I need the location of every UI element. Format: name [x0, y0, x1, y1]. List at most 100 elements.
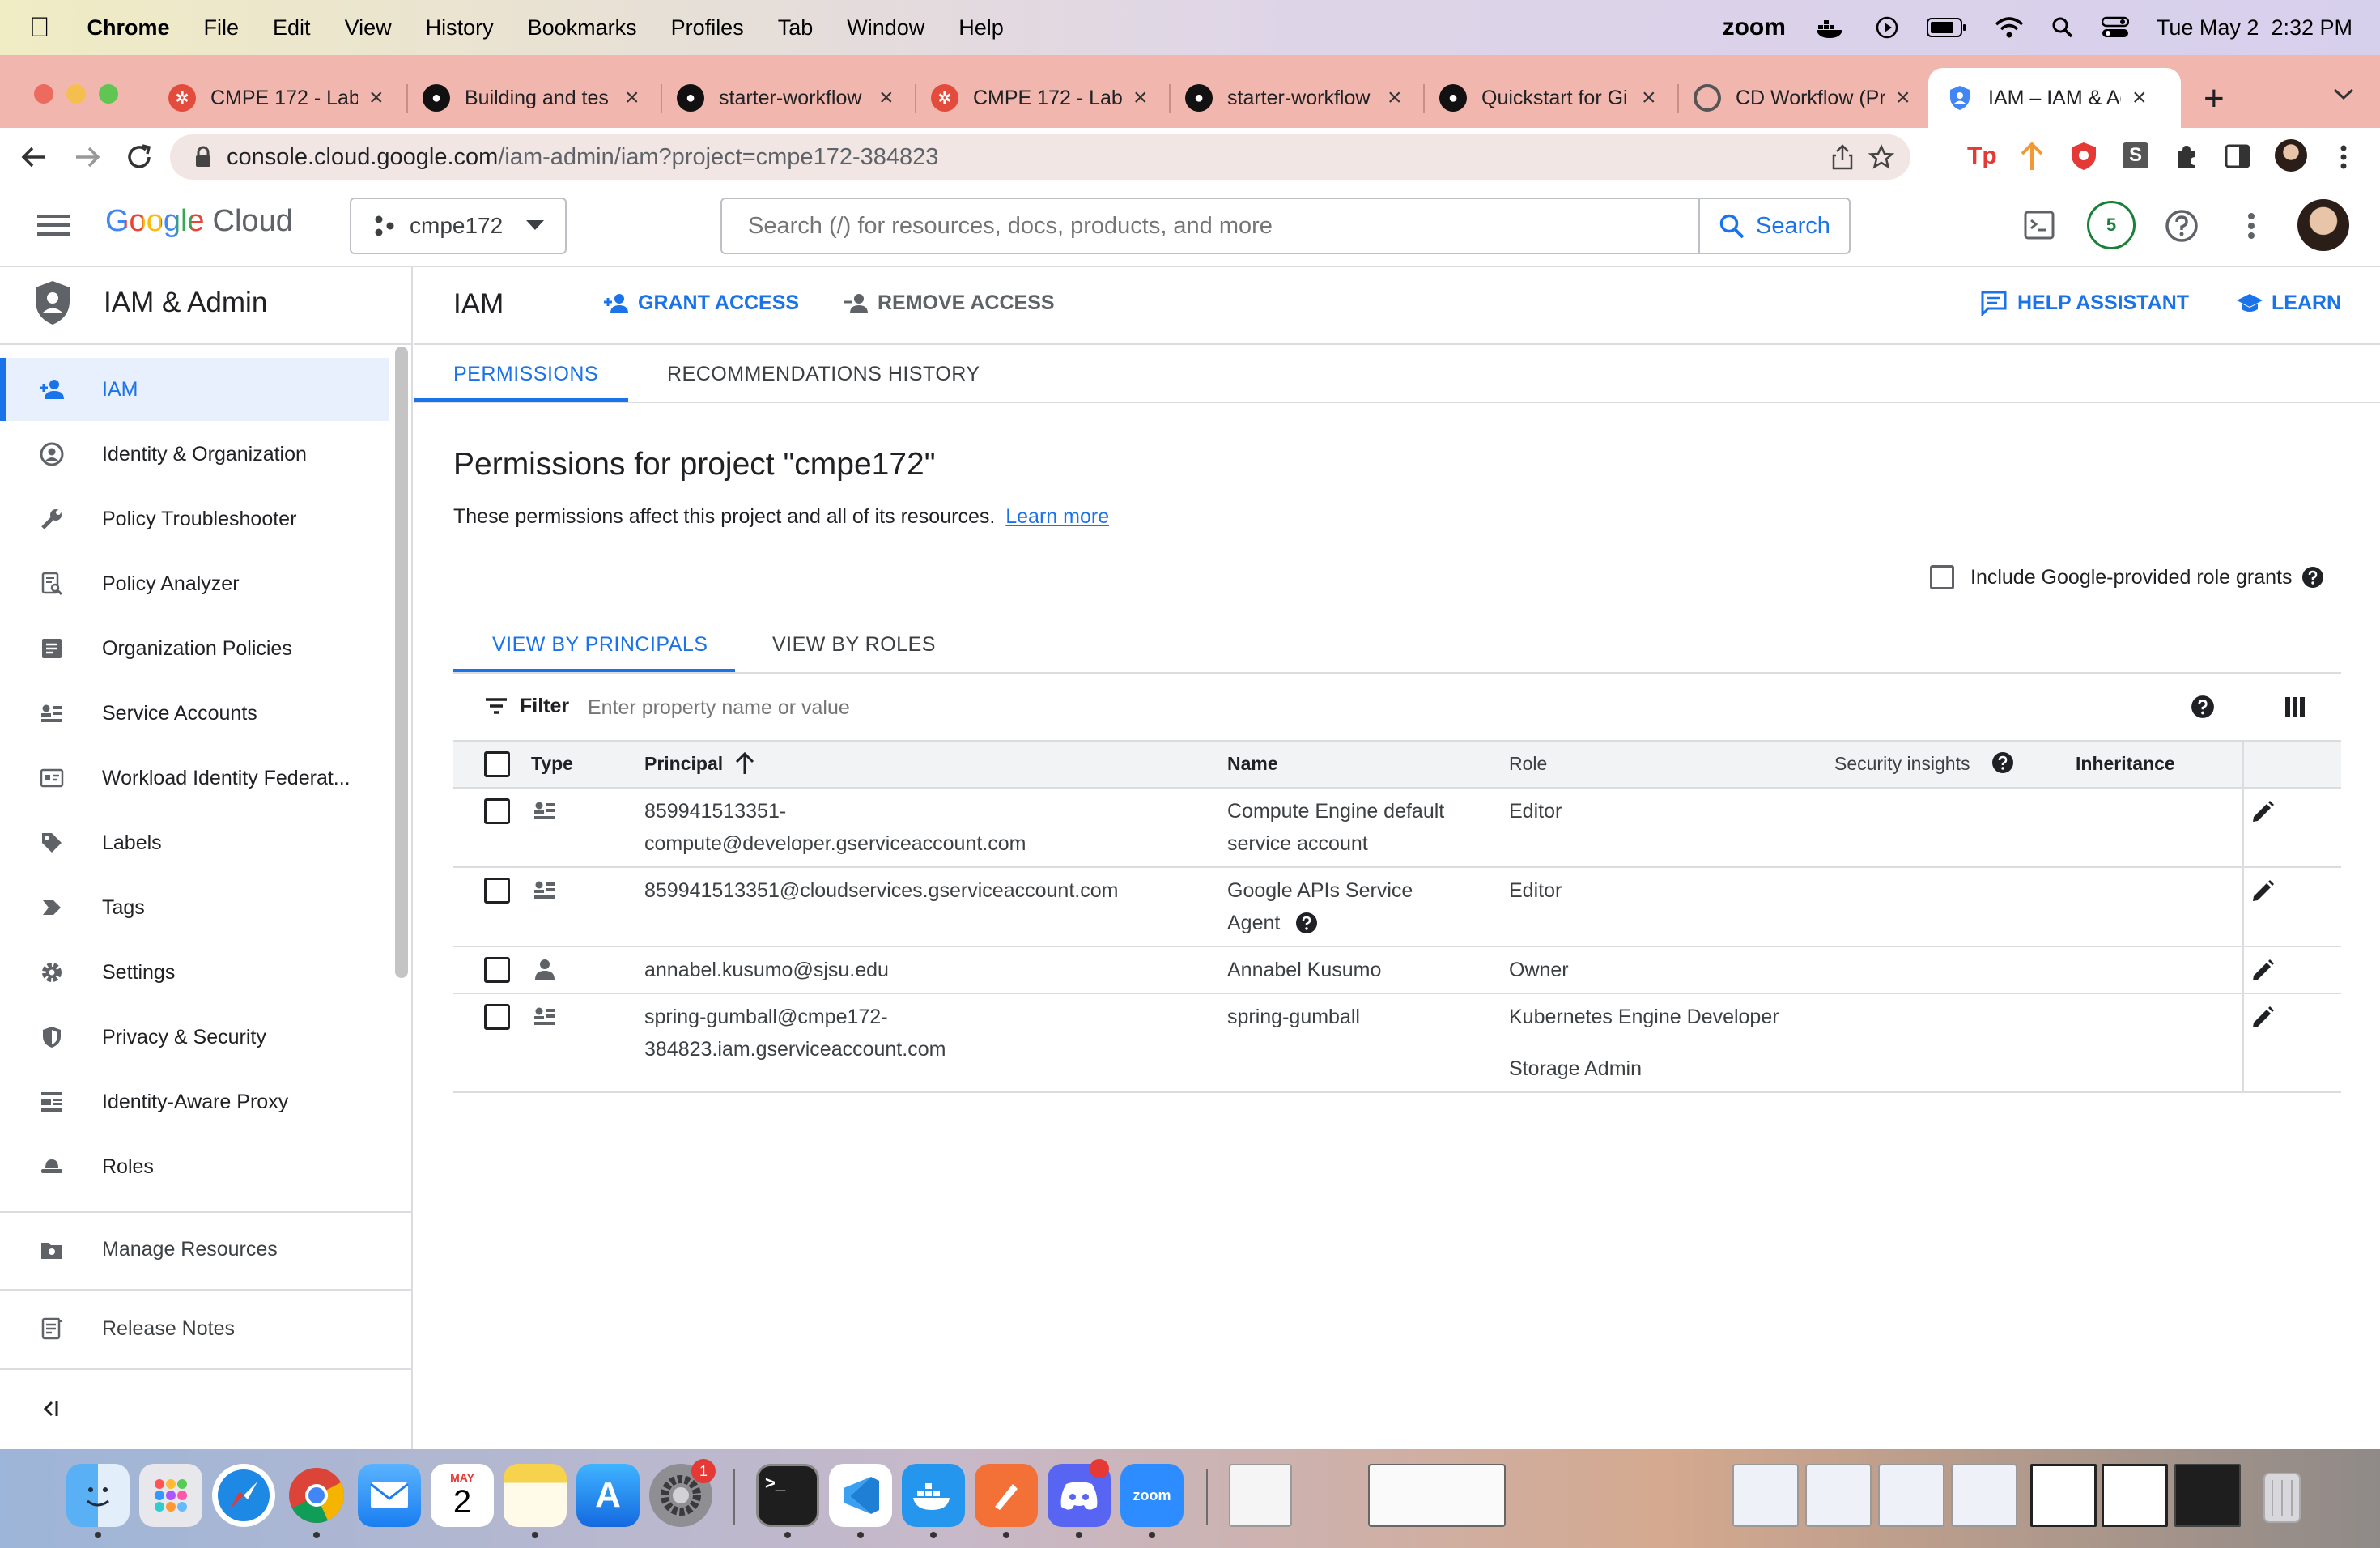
menu-clock[interactable]: Tue May 2 2:32 PM [2157, 15, 2352, 40]
sidebar-scrollbar[interactable] [395, 347, 408, 978]
edit-pencil-icon[interactable] [2250, 800, 2275, 824]
control-center-icon[interactable] [2101, 16, 2129, 39]
dock-window-thumbnail[interactable] [2030, 1464, 2097, 1527]
new-tab-icon[interactable]: + [2204, 78, 2225, 120]
col-header-inheritance[interactable]: Inheritance [2076, 753, 2175, 775]
row-checkbox[interactable] [484, 798, 510, 824]
tab-search-chevron-icon[interactable] [2331, 86, 2356, 102]
close-icon[interactable]: × [369, 84, 384, 112]
help-circle-icon[interactable] [2165, 209, 2199, 243]
table-help-icon[interactable] [2191, 695, 2215, 719]
back-arrow-icon[interactable] [19, 144, 49, 170]
sidebar-item-privacy-security[interactable]: Privacy & Security [0, 1006, 389, 1069]
edit-pencil-icon[interactable] [2250, 879, 2275, 904]
sidebar-release-notes[interactable]: Release Notes [0, 1297, 389, 1360]
agent-help-icon[interactable] [1295, 912, 1318, 934]
menu-window[interactable]: Window [847, 15, 924, 40]
dock-trash-icon[interactable] [2250, 1464, 2314, 1527]
help-filled-icon[interactable] [2301, 566, 2324, 589]
menu-view[interactable]: View [345, 15, 392, 40]
apple-icon[interactable]:  [29, 12, 50, 44]
close-icon[interactable]: × [1388, 84, 1402, 112]
learn-button[interactable]: LEARN [2236, 291, 2341, 315]
extension-tp-icon[interactable]: Tp [1967, 142, 1997, 170]
wifi-icon[interactable] [1995, 16, 2024, 39]
col-header-principal[interactable]: Principal [644, 753, 723, 775]
project-picker[interactable]: cmpe172 [350, 198, 567, 254]
dock-notes-icon[interactable] [504, 1464, 567, 1527]
dock-document-thumbnail[interactable] [1229, 1464, 1292, 1527]
dock-safari-icon[interactable] [212, 1464, 275, 1527]
close-icon[interactable]: × [879, 84, 894, 112]
close-icon[interactable]: × [2132, 84, 2147, 112]
sidebar-item-labels[interactable]: Labels [0, 811, 389, 874]
sidebar-item-service-accounts[interactable]: Service Accounts [0, 682, 389, 745]
account-avatar[interactable] [2297, 199, 2349, 251]
grant-access-button[interactable]: GRANT ACCESS [602, 291, 799, 315]
select-all-checkbox[interactable] [484, 751, 510, 777]
dock-finder-icon[interactable] [66, 1464, 130, 1527]
row-checkbox[interactable] [484, 957, 510, 983]
extension-ublock-icon[interactable] [2069, 141, 2098, 172]
sidebar-item-workload-identity[interactable]: Workload Identity Federat... [0, 746, 389, 810]
dock-chrome-icon[interactable] [285, 1464, 348, 1527]
menu-help[interactable]: Help [958, 15, 1004, 40]
extension-arrow-icon[interactable] [2017, 141, 2046, 172]
col-header-security-insights[interactable]: Security insights [1834, 753, 1970, 775]
profile-avatar[interactable] [2275, 139, 2307, 172]
close-icon[interactable]: × [625, 84, 640, 112]
dock-window-thumbnail[interactable] [1368, 1464, 1506, 1527]
dock-app-store-icon[interactable]: A [576, 1464, 640, 1527]
row-checkbox[interactable] [484, 1004, 510, 1030]
menu-history[interactable]: History [426, 15, 494, 40]
row-checkbox[interactable] [484, 878, 510, 904]
filter-input[interactable] [588, 691, 1559, 724]
collapse-sidebar-icon[interactable] [40, 1397, 60, 1420]
browser-tab-5[interactable]: ● starter-workflow × [1185, 68, 1402, 128]
dock-mail-icon[interactable] [358, 1464, 421, 1527]
dock-window-thumbnail[interactable] [1878, 1464, 1944, 1527]
menu-app-name[interactable]: Chrome [87, 15, 170, 40]
edit-pencil-icon[interactable] [2250, 959, 2275, 983]
address-bar[interactable]: console.cloud.google.com /iam-admin/iam?… [170, 134, 1910, 180]
extensions-puzzle-icon[interactable] [2173, 142, 2200, 170]
sidebar-item-settings[interactable]: Settings [0, 941, 389, 1004]
sidebar-item-identity-aware-proxy[interactable]: Identity-Aware Proxy [0, 1070, 389, 1133]
col-header-type[interactable]: Type [531, 753, 573, 775]
sidebar-item-iam[interactable]: IAM [0, 358, 389, 421]
edit-pencil-icon[interactable] [2250, 1006, 2275, 1030]
chrome-menu-icon[interactable] [2340, 144, 2348, 170]
sidebar-item-organization-policies[interactable]: Organization Policies [0, 617, 389, 680]
menu-bookmarks[interactable]: Bookmarks [528, 15, 637, 40]
sidebar-manage-resources[interactable]: Manage Resources [0, 1218, 389, 1281]
menu-file[interactable]: File [204, 15, 240, 40]
sidebar-item-policy-troubleshooter[interactable]: Policy Troubleshooter [0, 487, 389, 551]
play-status-icon[interactable] [1875, 15, 1899, 40]
browser-tab-7[interactable]: CD Workflow (Pr × [1694, 68, 1910, 128]
forward-arrow-icon[interactable] [73, 144, 102, 170]
dock-postman-icon[interactable] [975, 1464, 1038, 1527]
notifications-badge[interactable]: 5 [2087, 201, 2136, 249]
window-zoom-button[interactable] [99, 84, 118, 104]
dock-vscode-icon[interactable] [829, 1464, 892, 1527]
spotlight-search-icon[interactable] [2051, 16, 2074, 39]
google-cloud-logo[interactable]: Google Cloud [105, 204, 293, 239]
dock-window-thumbnail[interactable] [2174, 1464, 2241, 1527]
lock-icon[interactable] [194, 146, 212, 168]
docker-status-icon[interactable] [1815, 15, 1847, 40]
extension-s-icon[interactable]: S [2123, 142, 2148, 168]
close-icon[interactable]: × [1133, 84, 1148, 112]
zoom-status-item[interactable]: zoom [1723, 14, 1786, 41]
browser-tab-1[interactable]: ✲ CMPE 172 - Lab × [168, 68, 384, 128]
sidebar-item-tags[interactable]: Tags [0, 876, 389, 939]
col-header-role[interactable]: Role [1509, 753, 1547, 775]
filter-icon[interactable] [484, 696, 508, 716]
battery-icon[interactable] [1926, 17, 1967, 38]
security-help-icon[interactable] [1991, 751, 2014, 774]
browser-tab-3[interactable]: ● starter-workflow × [677, 68, 894, 128]
search-button[interactable]: Search [1698, 199, 1849, 253]
dock-terminal-icon[interactable]: >_ [756, 1464, 819, 1527]
menu-profiles[interactable]: Profiles [671, 15, 744, 40]
window-close-button[interactable] [34, 84, 53, 104]
sort-arrow-up-icon[interactable] [733, 751, 756, 776]
